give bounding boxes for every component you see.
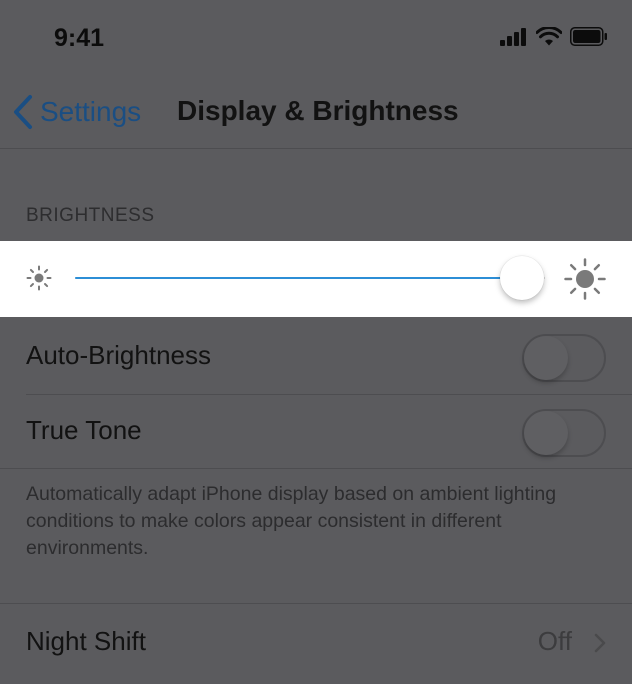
back-button[interactable]: Settings [12, 92, 141, 132]
sun-small-icon [26, 265, 52, 291]
status-time: 9:41 [54, 24, 105, 52]
battery-icon [570, 27, 607, 46]
true-tone-row: True Tone [0, 393, 632, 469]
auto-brightness-label: Auto-Brightness [26, 340, 211, 370]
toggle-knob [524, 411, 568, 455]
chevron-right-icon [594, 633, 606, 653]
cellular-signal-icon [500, 27, 526, 46]
brightness-section-header: BRIGHTNESS [26, 205, 155, 226]
night-shift-label: Night Shift [26, 626, 146, 656]
auto-brightness-row: Auto-Brightness [0, 318, 632, 394]
slider-thumb[interactable] [499, 256, 544, 300]
wifi-icon [536, 27, 562, 46]
auto-brightness-toggle[interactable] [522, 334, 606, 382]
navigation-bar: Settings Display & Brightness [0, 78, 632, 149]
sun-large-icon [564, 258, 606, 300]
status-icons [500, 27, 608, 46]
true-tone-footer-text: Automatically adapt iPhone display based… [26, 483, 557, 559]
page-title: Display & Brightness [177, 95, 459, 126]
section-divider [0, 468, 632, 469]
night-shift-row[interactable]: Night Shift Off [0, 604, 632, 680]
true-tone-toggle[interactable] [522, 409, 606, 457]
night-shift-value: Off [537, 626, 572, 656]
brightness-slider[interactable] [75, 256, 545, 302]
chevron-left-icon [14, 95, 32, 129]
status-bar: 9:41 [0, 0, 632, 78]
toggle-knob [524, 336, 568, 380]
true-tone-label: True Tone [26, 415, 142, 445]
back-button-label: Settings [40, 96, 142, 127]
slider-fill [75, 277, 522, 279]
